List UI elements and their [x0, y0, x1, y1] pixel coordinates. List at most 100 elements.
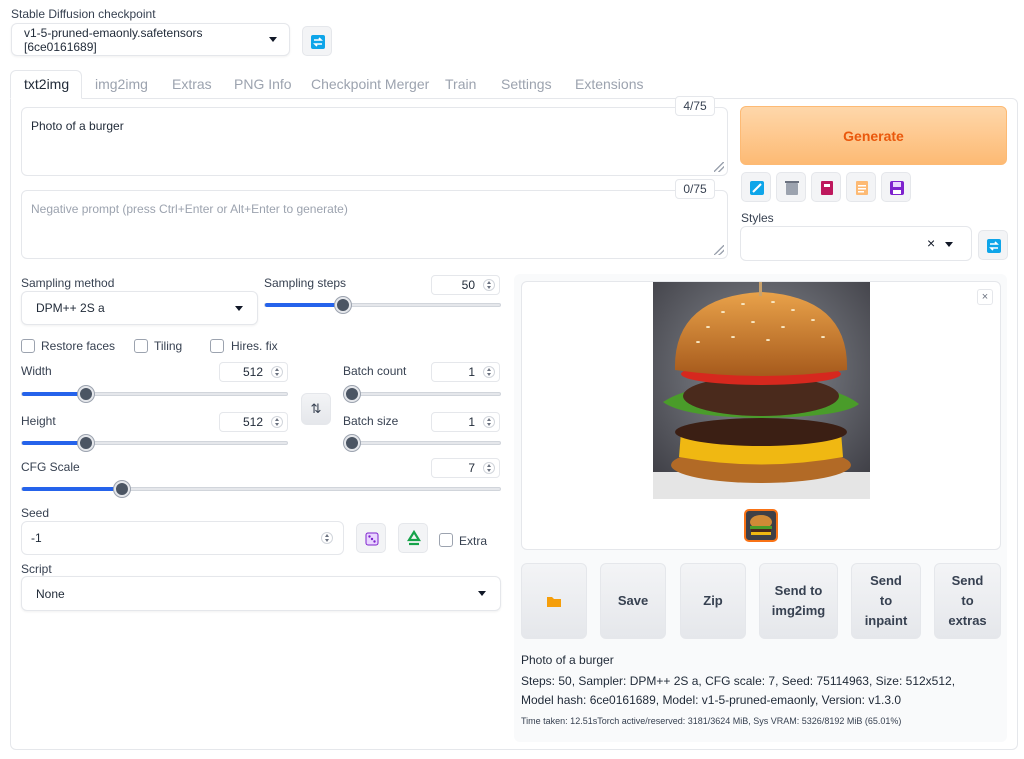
sampling-steps-label: Sampling steps: [264, 276, 347, 290]
prompt-input[interactable]: Photo of a burger: [21, 107, 728, 176]
height-value: 512: [242, 415, 263, 429]
slider-thumb[interactable]: [344, 386, 360, 402]
generation-info-prompt: Photo of a burger: [521, 653, 614, 667]
tab-checkpoint-merger[interactable]: Checkpoint Merger: [311, 76, 429, 92]
zip-button[interactable]: Zip: [680, 563, 746, 639]
batch-size-slider[interactable]: [343, 435, 501, 451]
styles-label: Styles: [741, 211, 774, 225]
gallery-thumbnail[interactable]: [744, 509, 778, 542]
slider-thumb[interactable]: [77, 435, 94, 451]
swap-dimensions-button[interactable]: ⇅: [301, 393, 331, 425]
paint-icon: [750, 181, 764, 195]
chevron-down-icon: [478, 591, 486, 596]
tab-settings[interactable]: Settings: [501, 76, 552, 92]
save-icon: [890, 181, 904, 195]
gallery-close-button[interactable]: ×: [977, 289, 993, 305]
width-value: 512: [242, 365, 263, 379]
slider-thumb[interactable]: [77, 386, 94, 402]
style-book-button[interactable]: [811, 172, 841, 202]
chevron-down-icon: [235, 305, 243, 311]
tiling-checkbox[interactable]: [134, 339, 148, 353]
trash-button[interactable]: [776, 172, 806, 202]
slider-fill: [22, 441, 86, 445]
batch-count-input[interactable]: 1: [431, 362, 500, 382]
tab-png-info[interactable]: PNG Info: [234, 76, 292, 92]
open-folder-button[interactable]: [521, 563, 587, 639]
negative-prompt-placeholder: Negative prompt (press Ctrl+Enter or Alt…: [31, 202, 348, 216]
slider-fill: [22, 487, 123, 491]
height-slider[interactable]: [21, 435, 288, 451]
sampling-steps-slider[interactable]: [264, 297, 501, 313]
seed-input[interactable]: -1: [21, 521, 344, 555]
random-seed-button[interactable]: [356, 523, 386, 553]
burger-thumbnail-icon: [750, 515, 772, 535]
stepper-icon[interactable]: [483, 279, 495, 291]
clipboard-button[interactable]: [846, 172, 876, 202]
stepper-icon[interactable]: [271, 416, 283, 428]
slider-thumb[interactable]: [344, 435, 360, 451]
chevron-down-icon: [945, 242, 953, 247]
batch-size-value: 1: [468, 415, 475, 429]
extra-checkbox[interactable]: [439, 533, 453, 547]
stepper-icon[interactable]: [483, 416, 495, 428]
folder-icon: [547, 597, 561, 607]
stepper-icon[interactable]: [483, 366, 495, 378]
batch-count-slider[interactable]: [343, 386, 501, 402]
batch-size-label: Batch size: [343, 414, 399, 428]
generation-info-params: Steps: 50, Sampler: DPM++ 2S a, CFG scal…: [521, 674, 956, 707]
send-to-inpaint-button[interactable]: Send to inpaint: [851, 563, 921, 639]
negative-prompt-input[interactable]: Negative prompt (press Ctrl+Enter or Alt…: [21, 190, 728, 259]
style-book-icon: [821, 181, 833, 195]
batch-count-value: 1: [468, 365, 475, 379]
height-input[interactable]: 512: [219, 412, 288, 432]
reuse-seed-button[interactable]: [398, 523, 428, 553]
script-select[interactable]: None: [21, 576, 501, 611]
prompt-token-counter: 4/75: [675, 96, 715, 116]
width-slider[interactable]: [21, 386, 288, 402]
checkpoint-refresh-button[interactable]: [302, 26, 332, 56]
clipboard-icon: [856, 181, 868, 195]
send-to-extras-button[interactable]: Send to extras: [934, 563, 1001, 639]
sampling-steps-value: 50: [461, 278, 475, 292]
refresh-icon: [987, 239, 1001, 253]
sampling-steps-input[interactable]: 50: [431, 275, 500, 295]
tab-extras[interactable]: Extras: [172, 76, 212, 92]
sampling-method-value: DPM++ 2S a: [36, 301, 105, 315]
send-to-img2img-button[interactable]: Send to img2img: [759, 563, 838, 639]
tab-train[interactable]: Train: [445, 76, 476, 92]
styles-select[interactable]: ×: [740, 226, 972, 261]
cfg-scale-slider[interactable]: [21, 481, 501, 497]
width-input[interactable]: 512: [219, 362, 288, 382]
slider-thumb[interactable]: [334, 297, 351, 313]
tab-extensions[interactable]: Extensions: [575, 76, 643, 92]
resize-handle-icon[interactable]: [714, 245, 724, 255]
tab-img2img[interactable]: img2img: [95, 76, 148, 92]
chevron-down-icon: [269, 37, 277, 42]
generate-button[interactable]: Generate: [740, 106, 1007, 165]
checkpoint-select[interactable]: v1-5-pruned-emaonly.safetensors [6ce0161…: [11, 23, 290, 56]
save-button[interactable]: Save: [600, 563, 666, 639]
batch-size-input[interactable]: 1: [431, 412, 500, 432]
batch-count-label: Batch count: [343, 364, 407, 378]
save-style-button[interactable]: [881, 172, 911, 202]
cfg-scale-value: 7: [468, 461, 475, 475]
negative-prompt-token-counter: 0/75: [675, 179, 715, 199]
tiling-label: Tiling: [154, 339, 183, 353]
swap-icon: ⇅: [310, 401, 322, 416]
paint-button[interactable]: [741, 172, 771, 202]
clear-icon[interactable]: ×: [927, 235, 935, 251]
stepper-icon[interactable]: [271, 366, 283, 378]
height-label: Height: [21, 414, 56, 428]
stepper-icon[interactable]: [321, 532, 333, 544]
stepper-icon[interactable]: [483, 462, 495, 474]
resize-handle-icon[interactable]: [714, 162, 724, 172]
tab-txt2img[interactable]: txt2img: [24, 76, 69, 92]
cfg-scale-input[interactable]: 7: [431, 458, 500, 478]
checkpoint-label: Stable Diffusion checkpoint: [11, 7, 156, 21]
recycle-icon: [407, 529, 421, 546]
hires-fix-checkbox[interactable]: [210, 339, 224, 353]
generated-image[interactable]: [653, 282, 870, 499]
sampling-method-select[interactable]: DPM++ 2S a: [21, 291, 258, 325]
styles-refresh-button[interactable]: [978, 230, 1008, 260]
restore-faces-checkbox[interactable]: [21, 339, 35, 353]
